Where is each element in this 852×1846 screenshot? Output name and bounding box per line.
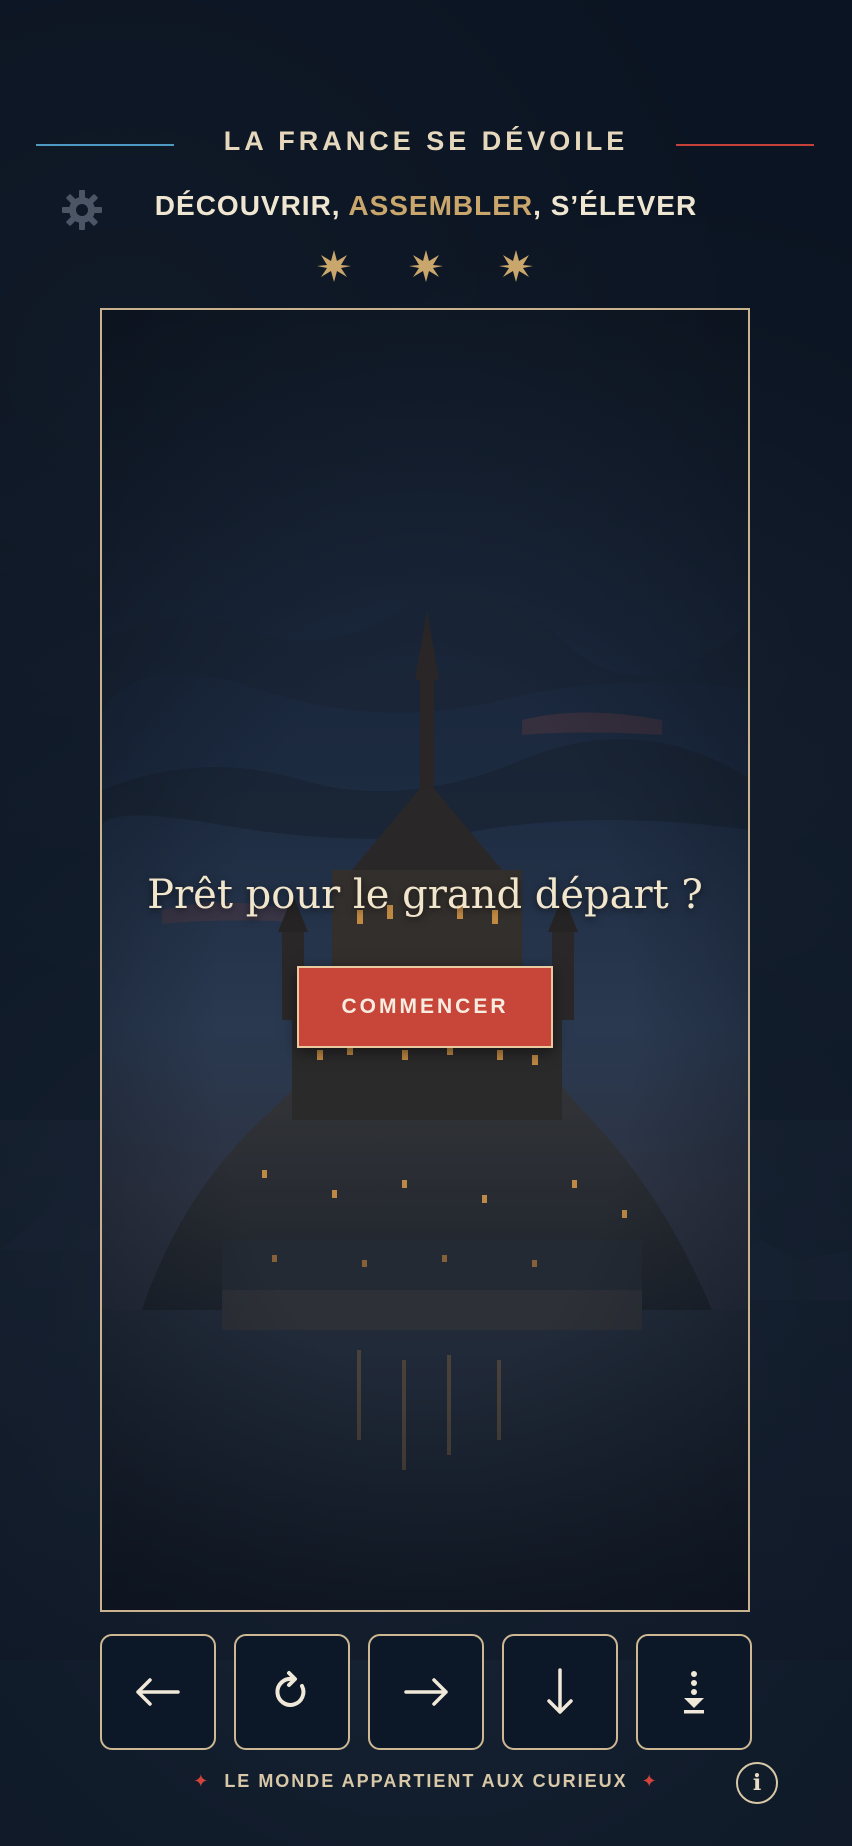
mont-saint-michel-illustration	[102, 310, 748, 1610]
subtitle-accent: ASSEMBLER	[348, 190, 534, 221]
rotate-button[interactable]	[234, 1634, 350, 1750]
footer-tagline: ✦ LE MONDE APPARTIENT AUX CURIEUX ✦	[0, 1771, 852, 1792]
star-icon	[499, 250, 533, 282]
info-icon: i	[752, 1770, 762, 1796]
footer: ✦ LE MONDE APPARTIENT AUX CURIEUX ✦	[0, 1771, 852, 1801]
start-button[interactable]: COMMENCER	[297, 966, 553, 1048]
info-button[interactable]: i	[736, 1762, 778, 1804]
move-left-button[interactable]	[100, 1634, 216, 1750]
arrow-right-icon	[404, 1678, 448, 1706]
subtitle-part-2: , S’ÉLEVER	[533, 190, 698, 221]
star-rating	[0, 248, 852, 284]
star-icon	[409, 250, 443, 282]
game-board[interactable]	[100, 308, 750, 1612]
title-row: LA FRANCE SE DÉVOILE	[0, 126, 852, 166]
title-line-red	[676, 144, 814, 146]
sparkle-icon: ✦	[193, 1771, 211, 1791]
move-right-button[interactable]	[368, 1634, 484, 1750]
arrow-left-icon	[136, 1678, 180, 1706]
hard-drop-button[interactable]	[636, 1634, 752, 1750]
subtitle-part-1: DÉCOUVRIR,	[154, 190, 349, 221]
rotate-icon	[275, 1671, 306, 1707]
footer-tagline-text: LE MONDE APPARTIENT AUX CURIEUX	[224, 1771, 628, 1791]
sparkle-icon: ✦	[641, 1771, 659, 1791]
soft-drop-button[interactable]	[502, 1634, 618, 1750]
start-prompt: Prêt pour le grand départ ?	[147, 872, 703, 918]
hard-drop-icon	[684, 1671, 704, 1714]
tagline-header: DÉCOUVRIR, ASSEMBLER, S’ÉLEVER	[0, 190, 852, 222]
game-title: LA FRANCE SE DÉVOILE	[223, 126, 629, 156]
arrow-down-icon	[547, 1668, 573, 1714]
star-icon	[317, 250, 351, 282]
control-bar	[100, 1634, 752, 1750]
